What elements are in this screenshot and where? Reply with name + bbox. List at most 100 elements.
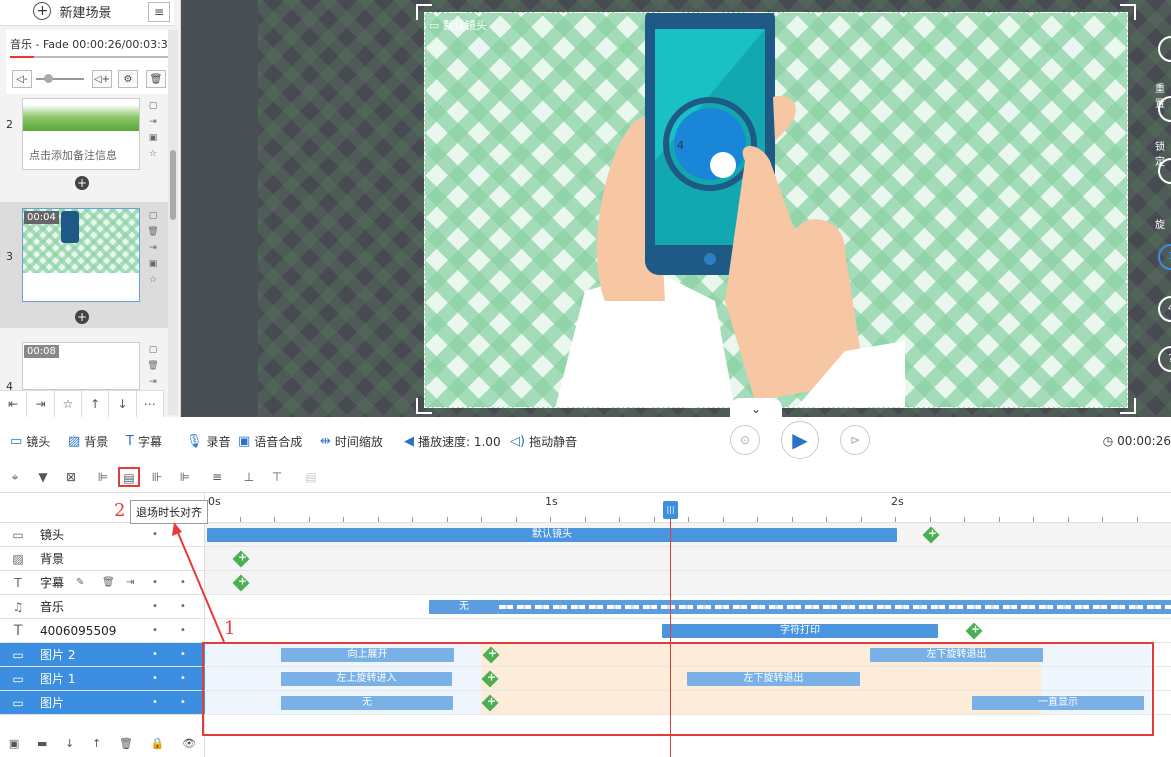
record-tool[interactable]: 🎙 录音 [186,433,231,450]
align-left-icon[interactable]: ⊫ [94,468,112,486]
move-up-icon[interactable]: ↑ [82,391,110,417]
clip-camera[interactable]: 默认镜头 [207,528,897,542]
filter-icon[interactable]: ▼ [34,468,52,486]
scene-thumbnail[interactable]: 00:04 [22,208,140,302]
music-progress[interactable] [10,56,170,58]
volume-knob[interactable] [44,74,53,83]
play-speed-tool[interactable]: ◀ 播放速度: 1.00 [404,433,501,450]
delete-icon[interactable]: 🗑 [146,70,166,88]
canvas-margin [181,0,259,417]
lane-background[interactable] [205,547,1171,571]
scene-scrollbar[interactable] [168,30,178,415]
settings-icon[interactable]: ⚙ [118,70,138,88]
align-right-icon[interactable]: ⊪ [148,468,166,486]
clear-filter-icon[interactable]: ⊠ [62,468,80,486]
delete-icon[interactable]: 🗑 [119,737,133,757]
track-image-2[interactable]: ▭ 图片 2 • • [0,643,205,667]
ruler-tick [481,517,482,522]
ruler-tick [446,517,448,522]
collapse-panel-button[interactable]: ⌄ [730,398,782,417]
list-menu-icon[interactable]: ≡ [148,2,170,22]
new-scene-bar: + 新建场景 ≡ [0,0,174,26]
image-icon: ▭ [12,647,24,662]
add-scene-icon[interactable]: + [75,176,89,190]
move-down-icon[interactable]: ↓ [65,737,74,757]
background-icon: ▨ [12,551,24,566]
scene-note[interactable]: 点击添加备注信息 [29,147,117,163]
microphone-icon: 🎙 [186,434,203,449]
scene-item-2[interactable]: 2 点击添加备注信息 ▢ ⇥ ▣ ☆ + [0,98,174,198]
track-image[interactable]: ▭ 图片 • • [0,691,205,715]
ruler-tick [998,517,1000,522]
lane-music[interactable]: 无 [205,595,1171,619]
lane-camera[interactable]: 默认镜头 [205,523,1171,547]
disabled-icon[interactable]: ▤ [302,468,320,486]
align-end-icon[interactable]: ⊫ [176,468,194,486]
background-tool[interactable]: ▨ 背景 [68,433,108,450]
scene-side-icons[interactable]: ▢ 🗑 ⇥ ▣ ☆ [146,208,160,288]
highlight-box [202,642,1154,736]
add-keyframe-icon[interactable] [232,550,250,568]
import-icon[interactable]: ⇥ [126,577,134,588]
stage-canvas[interactable]: ▭ 默认镜头 4 [424,12,1128,408]
scene-thumbnail[interactable]: 00:08 [22,342,140,390]
add-keyframe-icon[interactable] [232,574,250,592]
time-scale-tool[interactable]: ⇹ 时间缩放 [320,433,383,450]
move-down-icon[interactable]: ↓ [109,391,137,417]
ruler-label: 2s [891,495,904,508]
split-icon[interactable]: ⊥ [240,468,258,486]
text-icon: T [13,622,23,639]
folder-icon[interactable]: ▬ [37,737,47,757]
locate-icon[interactable]: ⌖ [6,468,24,486]
star-icon[interactable]: ☆ [55,391,82,417]
ruler-tick [515,517,517,522]
volume-up-icon[interactable]: ◁+ [92,70,112,88]
edit-icon[interactable]: ✎ [76,577,84,588]
distribute-icon[interactable]: ≡ [208,468,226,486]
add-keyframe-icon[interactable] [922,526,940,544]
ruler-tick [550,517,551,522]
volume-down-icon[interactable]: ◁- [12,70,32,88]
hand-phone-illustration[interactable]: 4 [545,12,905,408]
tts-tool[interactable]: ▣ 语音合成 [238,433,302,450]
scene-thumbnail[interactable]: 点击添加备注信息 [22,98,140,170]
subtitle-tool[interactable]: T 字幕 [126,433,162,450]
more-icon[interactable]: ⋯ [137,391,164,417]
phone-number: 4 [677,139,684,152]
new-scene-button[interactable]: + 新建场景 [0,0,145,22]
scene-side-icons[interactable]: ▢ ⇥ ▣ ☆ [146,98,160,162]
scene-side-icons[interactable]: ▢ 🗑 ⇥ [146,342,160,390]
music-waveform[interactable] [499,600,1171,614]
playhead-handle[interactable]: ||| [663,501,678,519]
lane-subtitle[interactable] [205,571,1171,595]
camera-tool[interactable]: ▭ 镜头 [10,433,50,450]
music-box: 音乐 - Fade 00:00:26/00:03:37 ◁- ◁+ ⚙ 🗑 [6,30,175,94]
new-scene-label: 新建场景 [59,5,112,21]
preview-button[interactable]: ⊙ [730,425,760,455]
next-button[interactable]: ⊳ [840,425,870,455]
music-info: 音乐 - Fade 00:00:26/00:03:37 [10,36,175,52]
time-ruler[interactable]: 0s 1s 2s [205,493,1171,523]
track-image-1[interactable]: ▭ 图片 1 • • [0,667,205,691]
ruler-tick [964,517,965,522]
play-button[interactable]: ▶ [781,421,819,459]
mute-drag-tool[interactable]: ◁) 拖动静音 [510,433,577,450]
merge-icon[interactable]: ⊤ [268,468,286,486]
export-icon[interactable]: ⇥ [27,391,55,417]
add-keyframe-icon[interactable] [965,622,983,640]
clock-icon: ◷ [1102,434,1114,448]
move-up-icon[interactable]: ↑ [92,737,101,757]
lock-icon[interactable]: 🔒 [151,737,165,757]
clip-music[interactable]: 无 [429,600,499,614]
import-icon[interactable]: ⇤ [0,391,28,417]
scene-item-3[interactable]: 3 00:04 ▢ 🗑 ⇥ ▣ ☆ + [0,202,174,328]
add-folder-icon[interactable]: ▣ [9,737,19,757]
exit-duration-align-icon[interactable]: ▤ [118,467,140,487]
delete-icon[interactable]: 🗑 [102,577,115,588]
lane-text[interactable]: 字符打印 [205,619,1171,643]
scene-item-4[interactable]: 4 00:08 ▢ 🗑 ⇥ [0,340,174,393]
clip-text[interactable]: 字符打印 [662,624,938,638]
add-scene-icon[interactable]: + [75,310,89,324]
scene-list-panel: + 新建场景 ≡ 音乐 - Fade 00:00:26/00:03:37 ◁- … [0,0,181,417]
eye-icon[interactable]: 👁 [182,737,196,757]
